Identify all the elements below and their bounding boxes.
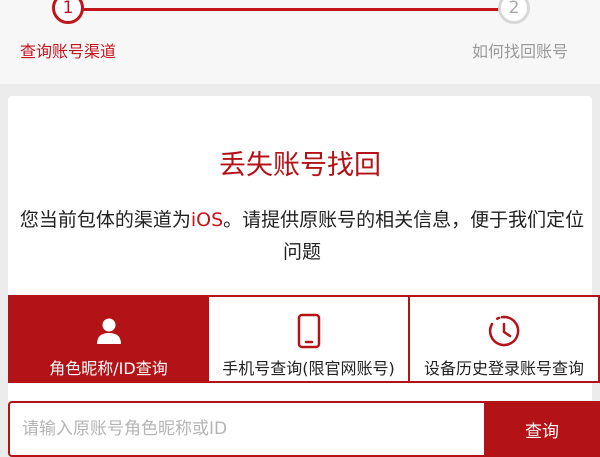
step-2-label: 如何找回账号	[471, 42, 568, 61]
step-indicator: 1 2 查询账号渠道 如何找回账号	[0, 0, 600, 84]
account-search-input[interactable]	[8, 401, 484, 457]
tab-label: 角色昵称/ID查询	[49, 359, 168, 378]
search-row: 查询	[8, 401, 600, 457]
step-1-circle: 1	[52, 0, 84, 24]
page-title: 丢失账号找回	[219, 150, 381, 181]
step-progress-line	[80, 8, 512, 11]
search-button[interactable]: 查询	[484, 401, 600, 457]
tab-phone[interactable]: 手机号查询(限官网账号)	[209, 295, 410, 383]
clock-icon	[486, 313, 522, 349]
tab-nickname-id[interactable]: 角色昵称/ID查询	[8, 295, 209, 383]
query-type-tabs: 角色昵称/ID查询 手机号查询(限官网账号) 设备历史登录账号查询	[8, 295, 600, 383]
user-icon	[91, 313, 127, 349]
step-1-label: 查询账号渠道	[20, 42, 117, 61]
tab-label: 设备历史登录账号查询	[423, 359, 584, 378]
phone-icon	[291, 313, 327, 349]
tab-label: 手机号查询(限官网账号)	[222, 359, 395, 378]
channel-description: 您当前包体的渠道为iOS。请提供原账号的相关信息，便于我们定位问题	[19, 209, 585, 263]
step-2-circle: 2	[498, 0, 530, 24]
tab-device-history[interactable]: 设备历史登录账号查询	[410, 295, 600, 383]
channel-name: iOS	[190, 209, 224, 231]
